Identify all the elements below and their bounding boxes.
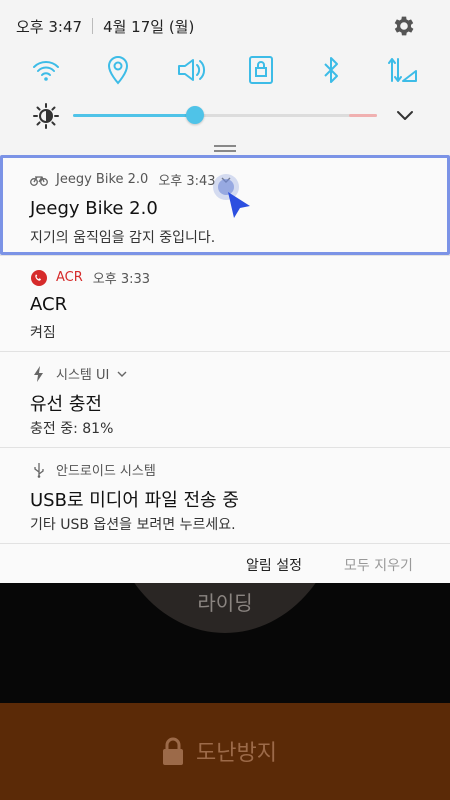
notification-shade-header: 오후 3:47 4월 17일 (월) [0,0,450,152]
notification-title: ACR [30,294,68,315]
notification-charging[interactable]: 시스템 UI 유선 충전 충전 중: 81% [0,351,450,447]
lightning-icon [30,365,48,382]
status-divider [92,18,94,34]
notification-app-name: ACR [56,270,83,285]
notification-body: 기타 USB 옵션을 보려면 누르세요. [30,517,236,533]
usb-icon [30,462,48,478]
notification-title: Jeegy Bike 2.0 [30,198,158,219]
location-icon[interactable] [100,52,136,88]
notification-header: 안드로이드 시스템 [30,460,156,479]
brightness-warning-range [349,114,377,117]
notification-actions: 알림 설정 모두 지우기 [0,543,450,584]
notification-usb[interactable]: 안드로이드 시스템 USB로 미디어 파일 전송 중 기타 USB 옵션을 보려… [0,447,450,544]
expand-chevron-icon[interactable] [117,370,127,378]
notification-title: 유선 충전 [30,394,102,415]
chevron-down-icon[interactable] [394,106,416,126]
lock-icon [163,737,183,765]
notification-app-name: 안드로이드 시스템 [56,464,156,479]
notification-header: ACR 오후 3:33 [30,268,150,287]
drag-handle[interactable] [214,145,236,152]
brightness-icon [33,103,59,129]
bluetooth-icon[interactable] [313,52,349,88]
lock-rotation-icon[interactable] [243,52,279,88]
notification-title: USB로 미디어 파일 전송 중 [30,490,239,511]
notification-body: 켜짐 [30,325,56,341]
phone-record-icon [30,269,48,286]
notification-header: Jeegy Bike 2.0 오후 3:43 [30,170,231,189]
clear-all-button[interactable]: 모두 지우기 [344,555,413,575]
brightness-slider[interactable] [73,106,377,124]
status-time: 오후 3:47 [16,17,83,36]
bicycle-icon [30,172,48,188]
sound-icon[interactable] [173,52,209,88]
brightness-fill [73,114,195,117]
notification-time: 오후 3:43 [158,174,216,189]
notification-body: 지기의 움직임을 감지 중입니다. [30,230,216,246]
wifi-icon[interactable] [28,52,64,88]
notification-body: 충전 중: 81% [30,421,114,437]
status-bar: 오후 3:47 4월 17일 (월) [16,14,194,38]
notification-app-name: Jeegy Bike 2.0 [56,172,149,187]
ride-label: 라이딩 [197,591,253,615]
brightness-knob[interactable] [185,106,204,124]
notification-acr[interactable]: ACR 오후 3:33 ACR 켜짐 [0,255,450,351]
gear-icon[interactable] [391,13,417,39]
theft-prevention-label: 도난방지 [196,741,277,766]
notification-header: 시스템 UI [30,364,127,383]
touch-pointer-icon [213,174,250,218]
background-app: 라이딩 도난방지 [0,583,450,800]
theft-prevention-button[interactable]: 도난방지 [0,703,450,800]
mobile-data-icon[interactable] [385,52,421,88]
status-date: 4월 17일 (월) [103,17,195,36]
notification-time: 오후 3:33 [92,272,151,287]
notification-settings-button[interactable]: 알림 설정 [246,555,302,575]
notification-app-name: 시스템 UI [56,368,110,383]
